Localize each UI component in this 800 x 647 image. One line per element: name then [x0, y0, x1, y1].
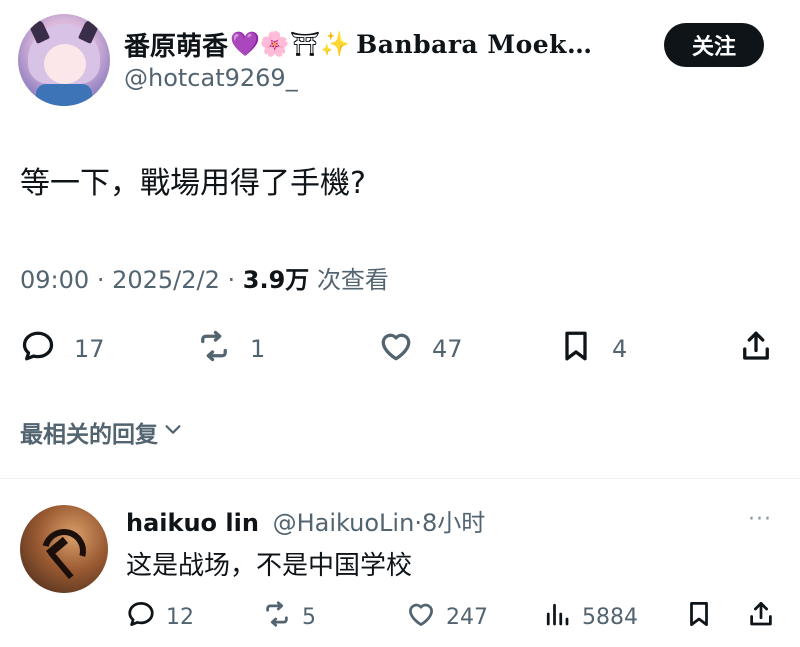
reply-retweet-count: 5	[302, 604, 316, 630]
bookmark-count: 4	[612, 335, 628, 363]
bookmark-button[interactable]: 4	[558, 326, 627, 372]
reply-reply-count: 12	[166, 604, 194, 630]
reply-icon	[126, 599, 156, 635]
tweet-text: 等一下，戰場用得了手機?	[20, 166, 366, 201]
share-icon	[746, 599, 776, 635]
tweet-header: 番原萌香 💜🌸⛩✨ Banbara Moek… @hotcat9269_ 关注	[0, 0, 800, 120]
views-icon	[542, 599, 572, 635]
views-label: 次查看	[316, 266, 389, 294]
reply-separator: ·	[414, 509, 422, 537]
replies-sort-label: 最相关的回复	[20, 422, 158, 448]
retweet-icon	[196, 328, 232, 370]
reply-like-button[interactable]: 247	[406, 597, 488, 637]
share-button[interactable]	[738, 326, 774, 372]
author-name-emojis: 💜🌸⛩✨	[230, 30, 351, 58]
replies-sort-dropdown[interactable]: 最相关的回复	[20, 415, 184, 449]
share-icon	[738, 328, 774, 370]
retweet-count: 1	[250, 335, 266, 363]
like-icon	[406, 599, 436, 635]
reply-like-count: 247	[446, 604, 488, 630]
views-count: 3.9万	[242, 266, 310, 294]
tweet-meta: 09:00 · 2025/2/2 · 3.9万 次查看	[20, 260, 389, 295]
reply-views-button[interactable]: 5884	[542, 597, 638, 637]
author-avatar[interactable]	[18, 14, 110, 106]
follow-button[interactable]: 关注	[664, 23, 764, 67]
author-display-name[interactable]: 番原萌香	[124, 26, 228, 62]
reply-retweet-button[interactable]: 5	[262, 597, 316, 637]
reply-time[interactable]: 8小时	[422, 509, 485, 537]
author-handle[interactable]: @hotcat9269_	[124, 64, 298, 92]
reply-avatar[interactable]	[20, 505, 108, 593]
reply-icon	[20, 328, 56, 370]
reply-share-button[interactable]	[746, 597, 776, 637]
retweet-icon	[262, 599, 292, 635]
reply-actions: 12 5 247 5884	[0, 597, 800, 637]
retweet-button[interactable]: 1	[196, 326, 265, 372]
tweet-actions: 17 1 47 4	[0, 326, 800, 372]
reply-views-count: 5884	[582, 604, 638, 630]
chevron-down-icon	[158, 418, 184, 446]
reply-text: 这是战场，不是中国学校	[126, 551, 413, 581]
reply-tweet[interactable]: haikuo lin @HaikuoLin·8小时 ··· 这是战场，不是中国学…	[0, 479, 800, 647]
reply-author-name[interactable]: haikuo lin	[126, 509, 259, 537]
like-icon	[378, 328, 414, 370]
author-name-row[interactable]: 番原萌香 💜🌸⛩✨ Banbara Moek…	[124, 26, 644, 62]
more-icon[interactable]: ···	[748, 507, 772, 532]
like-button[interactable]: 47	[378, 326, 463, 372]
like-count: 47	[432, 335, 463, 363]
reply-bookmark-button[interactable]	[684, 597, 714, 637]
author-name-suffix: Banbara Moek…	[356, 29, 593, 59]
reply-count: 17	[74, 335, 105, 363]
reply-header: haikuo lin @HaikuoLin·8小时	[126, 503, 485, 538]
reply-author-handle[interactable]: @HaikuoLin	[273, 509, 415, 537]
meta-separator: ·	[96, 266, 113, 294]
reply-reply-button[interactable]: 12	[126, 597, 194, 637]
bookmark-icon	[558, 328, 594, 370]
reply-button[interactable]: 17	[20, 326, 105, 372]
tweet-time[interactable]: 09:00	[20, 266, 89, 294]
meta-separator: ·	[227, 266, 243, 294]
bookmark-icon	[684, 599, 714, 635]
tweet-date[interactable]: 2025/2/2	[112, 266, 220, 294]
